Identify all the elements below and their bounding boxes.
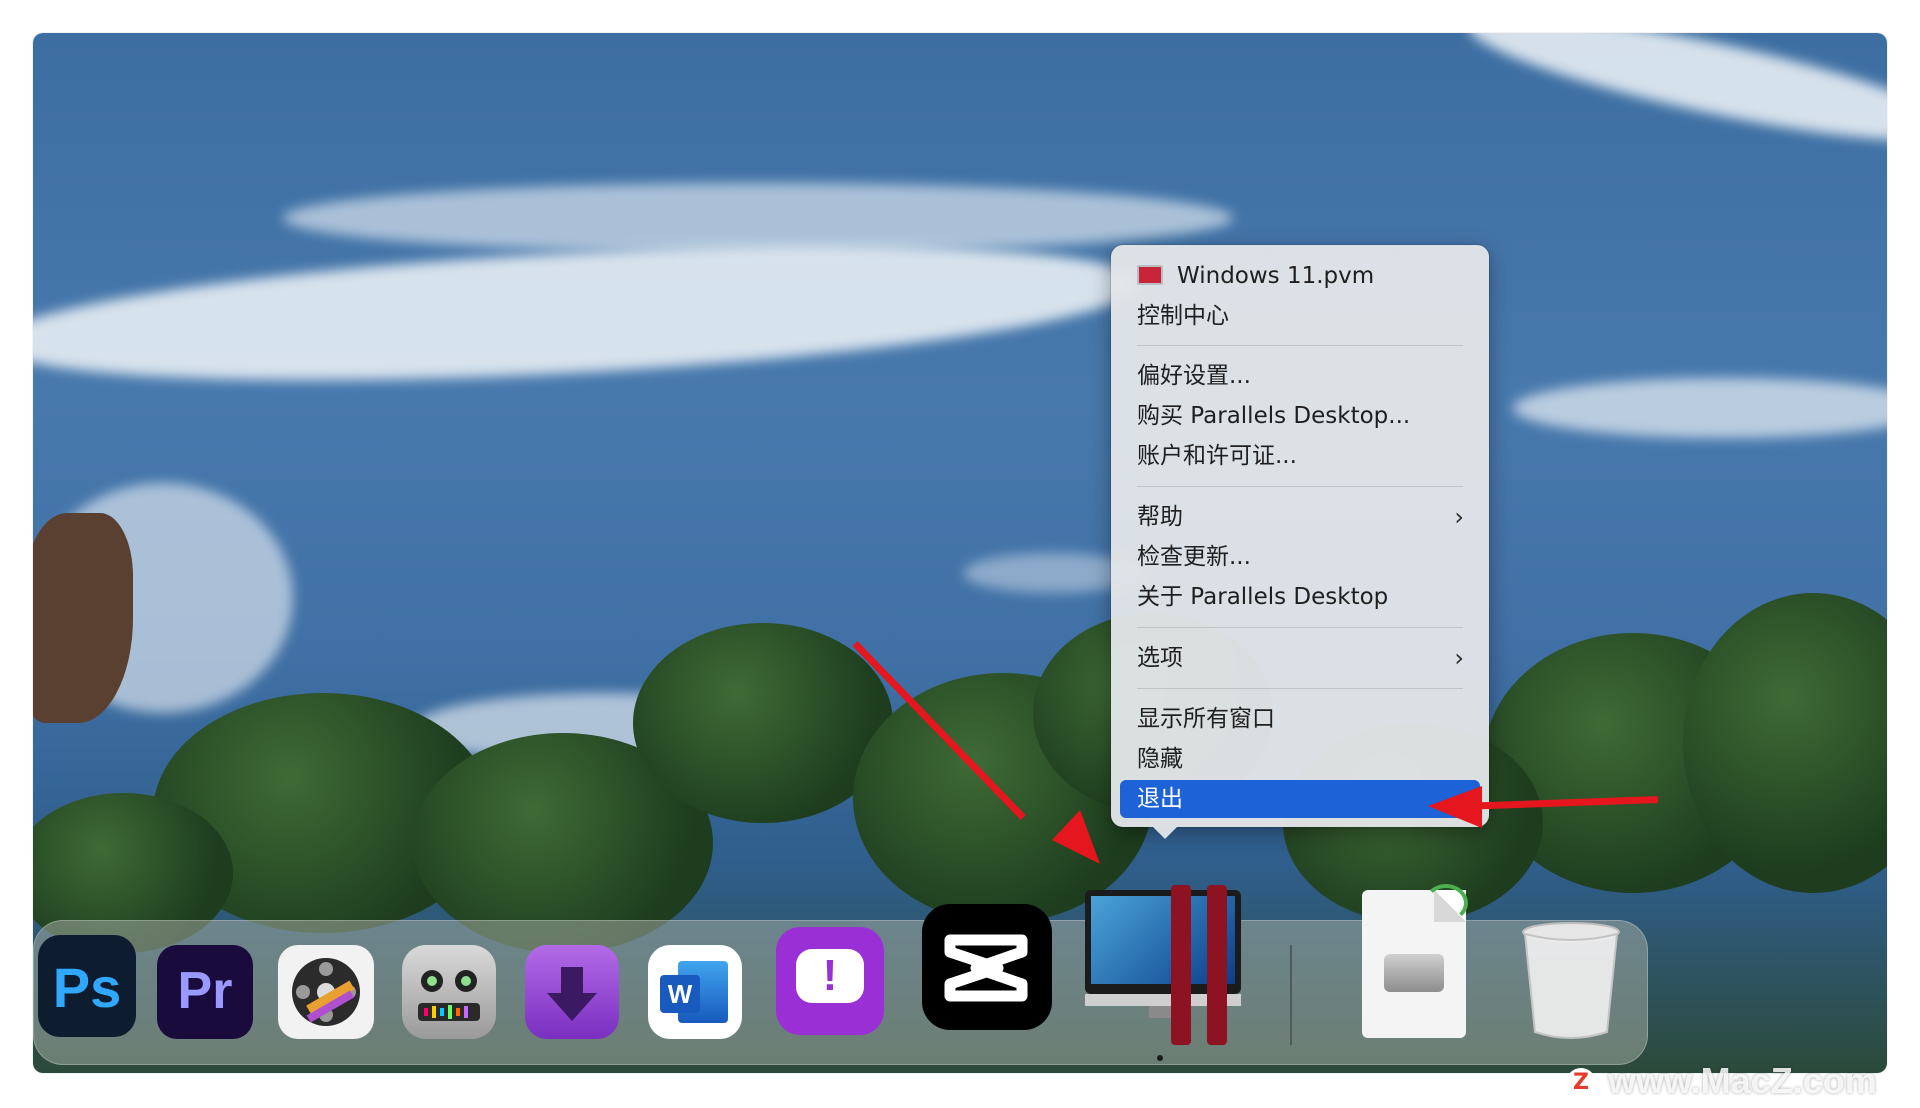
menu-item-label: 偏好设置...: [1137, 363, 1251, 389]
annotation-arrowhead-icon: [1052, 810, 1100, 864]
menu-item-account-license[interactable]: 账户和许可证...: [1120, 437, 1480, 475]
menu-item-options[interactable]: 选项 ›: [1120, 639, 1480, 677]
annotation-arrowhead-icon: [1428, 786, 1482, 828]
menu-item-label: 帮助: [1137, 504, 1183, 530]
menu-item-label: 购买 Parallels Desktop...: [1137, 403, 1411, 429]
menu-item-check-updates[interactable]: 检查更新...: [1120, 538, 1480, 576]
chevron-right-icon: ›: [1454, 644, 1464, 672]
menu-item-buy[interactable]: 购买 Parallels Desktop...: [1120, 397, 1480, 435]
menu-item-quit[interactable]: 退出: [1120, 780, 1480, 818]
menu-separator: [1137, 486, 1463, 487]
parallels-bar-icon: [1171, 885, 1191, 1045]
word-icon[interactable]: W: [648, 945, 742, 1039]
wallpaper-wave: [283, 183, 1233, 253]
menu-item-label: Windows 11.pvm: [1177, 263, 1375, 289]
watermark-text: www.MacZ.com: [1608, 1060, 1877, 1101]
app-icon-text: W: [660, 975, 700, 1013]
menu-item-label: 关于 Parallels Desktop: [1137, 584, 1389, 610]
parallels-icon[interactable]: [1085, 885, 1241, 1045]
app-icon-text: Ps: [52, 956, 122, 1019]
capcut-logo-icon: [944, 934, 1028, 1002]
disk-image-icon[interactable]: [1362, 884, 1468, 1038]
menu-separator: [1137, 688, 1463, 689]
dock-context-menu: Windows 11.pvm 控制中心 偏好设置... 购买 Parallels…: [1111, 245, 1489, 839]
parallels-vm-icon: [1137, 264, 1163, 285]
menu-item-label: 控制中心: [1137, 303, 1229, 329]
trash-icon[interactable]: [1520, 920, 1622, 1042]
trash-can-icon: [1522, 922, 1620, 1039]
photoshop-icon[interactable]: Ps: [38, 935, 136, 1037]
menu-item-preferences[interactable]: 偏好设置...: [1120, 357, 1480, 395]
menu-item-label: 显示所有窗口: [1137, 706, 1275, 732]
final-cut-icon[interactable]: [278, 945, 374, 1039]
hard-drive-icon: [1384, 954, 1444, 992]
alert-icon[interactable]: !: [776, 927, 884, 1035]
exclamation-icon: !: [796, 949, 864, 1003]
clapper-icon: [292, 958, 360, 1026]
wallpaper-wave: [1513, 378, 1887, 438]
capcut-icon[interactable]: [922, 904, 1052, 1030]
menu-item-label: 退出: [1137, 786, 1183, 812]
running-indicator: [1157, 1055, 1163, 1061]
menu-item-label: 隐藏: [1137, 746, 1183, 772]
menu-item-help[interactable]: 帮助 ›: [1120, 498, 1480, 536]
watermark-badge-icon: Z: [1566, 1068, 1596, 1098]
parallels-bar-icon: [1207, 885, 1227, 1045]
arrow-down-icon: [547, 967, 597, 1021]
robot-icon[interactable]: [402, 945, 496, 1039]
menu-separator: [1137, 627, 1463, 628]
premiere-icon[interactable]: Pr: [157, 945, 253, 1039]
menu-separator: [1137, 345, 1463, 346]
menu-item-about[interactable]: 关于 Parallels Desktop: [1120, 578, 1480, 616]
wallpaper-wave: [1461, 33, 1887, 165]
menu-item-hide[interactable]: 隐藏: [1120, 740, 1480, 778]
app-icon-text: Pr: [177, 962, 233, 1020]
dock-divider: [1290, 945, 1292, 1045]
chevron-right-icon: ›: [1454, 503, 1464, 531]
menu-item-control-center[interactable]: 控制中心: [1120, 297, 1480, 335]
menu-item-windows-vm[interactable]: Windows 11.pvm: [1120, 257, 1480, 295]
menu-item-show-all-windows[interactable]: 显示所有窗口: [1120, 700, 1480, 738]
menu-pointer: [1153, 827, 1177, 839]
menu-item-label: 账户和许可证...: [1137, 443, 1297, 469]
menu-item-label: 选项: [1137, 645, 1183, 671]
download-arrow-icon[interactable]: [525, 945, 619, 1039]
refresh-icon: [1424, 884, 1468, 922]
menu-item-label: 检查更新...: [1137, 544, 1251, 570]
robot-face-icon: [418, 970, 480, 1021]
